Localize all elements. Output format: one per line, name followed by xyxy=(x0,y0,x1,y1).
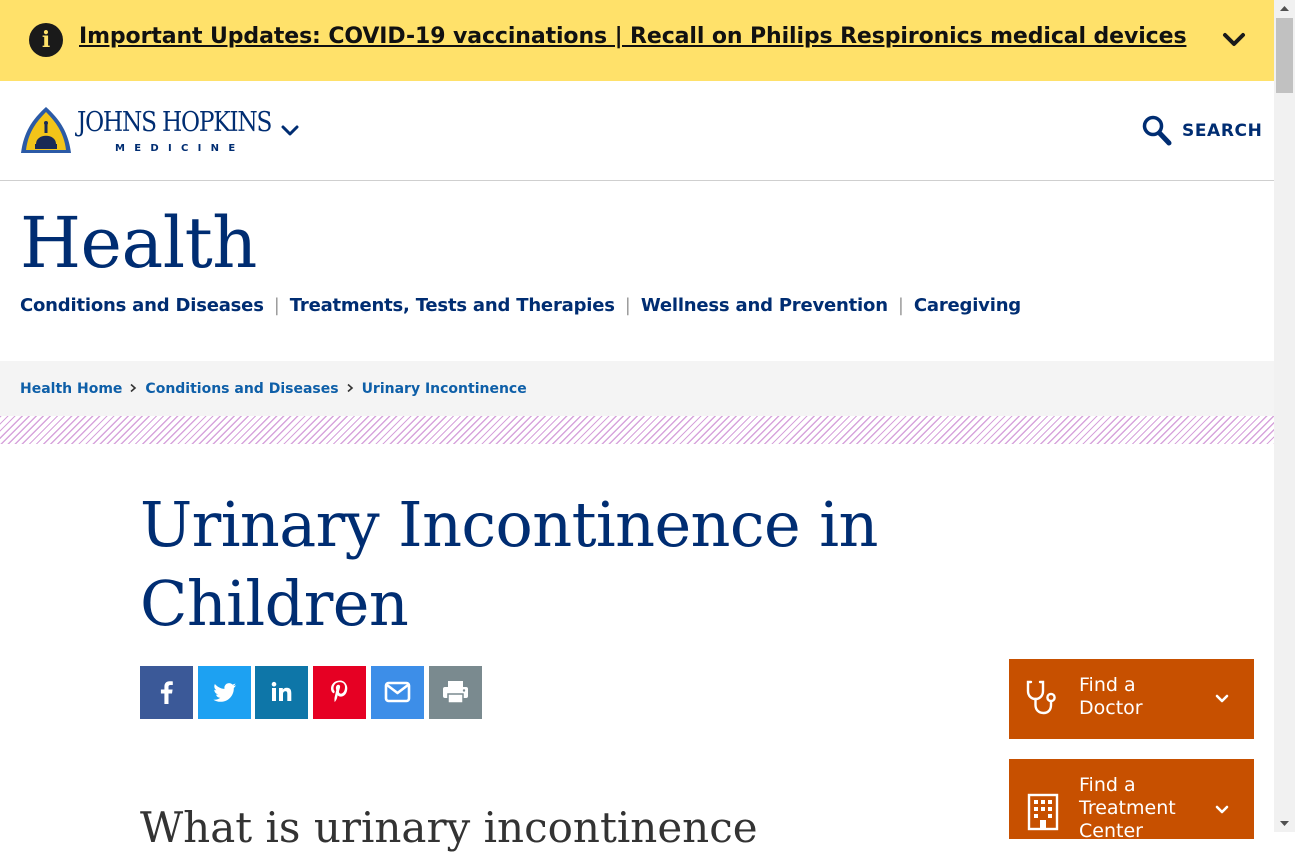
share-twitter-button[interactable] xyxy=(198,666,251,719)
nav-separator: | xyxy=(273,295,280,316)
breadcrumb-conditions[interactable]: Conditions and Diseases xyxy=(145,381,338,397)
find-a-doctor-card[interactable]: Find a Doctor xyxy=(1009,659,1254,739)
search-label: SEARCH xyxy=(1182,121,1263,141)
breadcrumb-health-home[interactable]: Health Home xyxy=(20,381,122,397)
facebook-icon xyxy=(160,681,173,704)
chevron-down-icon xyxy=(1215,805,1229,814)
chevron-down-icon xyxy=(281,125,299,136)
article-subheading: What is urinary incontinence xyxy=(140,803,758,852)
breadcrumb: Health Home Conditions and Diseases Urinar… xyxy=(20,378,527,397)
search-button[interactable]: SEARCH xyxy=(1141,114,1262,148)
scroll-up-button[interactable] xyxy=(1274,0,1295,17)
breadcrumb-bar: Health Home Conditions and Diseases Urinar… xyxy=(0,361,1274,416)
chevron-down-icon xyxy=(1215,694,1229,703)
section-nav-caregiving[interactable]: Caregiving xyxy=(914,295,1021,316)
logo-title[interactable]: JOHNS HOPKINS xyxy=(77,107,272,138)
triangle-up-icon xyxy=(1280,6,1289,11)
logo-subtitle: MEDICINE xyxy=(115,143,245,154)
section-nav: Conditions and Diseases | Treatments, Test… xyxy=(20,295,1021,319)
share-print-button[interactable] xyxy=(429,666,482,719)
decorative-hatch-band xyxy=(0,416,1274,444)
twitter-icon xyxy=(213,683,236,702)
scroll-down-button[interactable] xyxy=(1274,815,1295,832)
section-title: Health xyxy=(20,202,257,284)
triangle-down-icon xyxy=(1280,821,1289,826)
chevron-right-icon xyxy=(347,383,353,393)
info-icon: i xyxy=(29,23,63,57)
share-email-button[interactable] xyxy=(371,666,424,719)
share-pinterest-button[interactable] xyxy=(313,666,366,719)
section-nav-conditions[interactable]: Conditions and Diseases xyxy=(20,295,264,316)
dome-shield-icon[interactable] xyxy=(20,106,72,156)
article-title: Urinary Incontinence in Children xyxy=(140,488,878,640)
stethoscope-icon xyxy=(1026,680,1056,715)
section-nav-wellness[interactable]: Wellness and Prevention xyxy=(641,295,888,316)
search-icon xyxy=(1142,115,1172,146)
alert-expand-button[interactable] xyxy=(1220,28,1248,52)
page-scrollbar[interactable] xyxy=(1274,0,1295,832)
nav-separator: | xyxy=(624,295,631,316)
find-a-doctor-label: Find a Doctor xyxy=(1079,674,1143,719)
envelope-icon xyxy=(384,681,411,703)
chevron-down-icon xyxy=(1223,33,1245,46)
breadcrumb-current[interactable]: Urinary Incontinence xyxy=(362,381,527,397)
nav-separator: | xyxy=(897,295,904,316)
section-nav-treatments[interactable]: Treatments, Tests and Therapies xyxy=(290,295,615,316)
alert-link[interactable]: Important Updates: COVID-19 vaccinations… xyxy=(79,24,1187,49)
share-linkedin-button[interactable] xyxy=(255,666,308,719)
printer-icon xyxy=(443,681,468,704)
linkedin-icon xyxy=(271,681,292,701)
share-facebook-button[interactable] xyxy=(140,666,193,719)
pinterest-icon xyxy=(331,680,348,702)
scroll-thumb[interactable] xyxy=(1276,18,1293,93)
find-a-treatment-center-label: Find a Treatment Center xyxy=(1079,774,1176,842)
chevron-right-icon xyxy=(130,383,137,393)
find-a-treatment-center-card[interactable]: Find a Treatment Center xyxy=(1009,759,1254,842)
site-header: JOHNS HOPKINS MEDICINE SEARCH xyxy=(0,81,1274,181)
alert-banner: i Important Updates: COVID-19 vaccinatio… xyxy=(0,0,1274,81)
building-icon xyxy=(1027,793,1059,831)
logo-menu-toggle[interactable] xyxy=(280,123,300,139)
